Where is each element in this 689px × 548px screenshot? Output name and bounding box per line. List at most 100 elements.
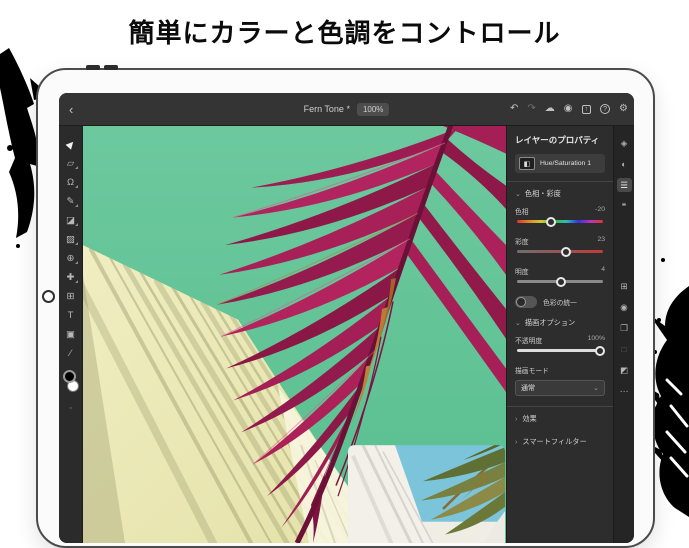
saturation-value: 23: [597, 236, 605, 246]
share-icon[interactable]: ↑: [582, 105, 592, 114]
opacity-value: 100%: [588, 335, 605, 345]
crop-tool[interactable]: ⊞: [64, 290, 78, 303]
ipad-device: ‹ Fern Tone * 100% ↶ ↷ ☁ ◉ ↑ ? ⚙ ▶ ▱ Ω ✎: [36, 68, 655, 548]
brush-tool-icon: ✎: [67, 196, 75, 207]
foreground-color-chip[interactable]: [63, 370, 76, 383]
lightness-slider-knob[interactable]: [556, 277, 566, 287]
account-icon[interactable]: ◉: [564, 104, 573, 114]
section-blend-options[interactable]: ⌄ 描画オプション: [515, 318, 605, 328]
lasso-tool-icon: Ω: [67, 177, 74, 188]
page-title: 簡単にカラーと色調をコントロール: [0, 13, 689, 50]
fill-icon[interactable]: ◩: [617, 363, 632, 377]
healing-brush-tool-icon: ✚: [67, 272, 75, 283]
brush-tool[interactable]: ✎: [64, 195, 78, 208]
hue-slider-knob[interactable]: [546, 217, 556, 227]
eyedropper-tool[interactable]: ∕: [64, 347, 78, 360]
document-title: Fern Tone *: [304, 104, 350, 114]
transform-tool-icon: ▱: [67, 158, 74, 169]
hue-slider[interactable]: [517, 220, 603, 223]
saturation-slider[interactable]: [517, 250, 603, 253]
add-layer-icon[interactable]: ⊞: [617, 279, 632, 293]
original-photo-inset: [348, 443, 505, 543]
layers-icon[interactable]: ◈: [617, 136, 632, 150]
cloud-sync-icon[interactable]: ☁: [545, 104, 555, 114]
opacity-slider[interactable]: [517, 349, 603, 352]
help-icon[interactable]: ?: [600, 104, 610, 114]
blend-mode-value: 通常: [521, 383, 535, 393]
tool-bar: ▶ ▱ Ω ✎ ◪ ▨ ⊕ ✚ ⊞ T ▣ ∕ ▫: [59, 126, 83, 543]
divider: [507, 406, 613, 407]
place-photo-tool[interactable]: ▣: [64, 328, 78, 341]
panel-title: レイヤーのプロパティ: [515, 134, 605, 146]
eyedropper-tool-icon: ∕: [70, 348, 72, 359]
move-tool-icon: ▶: [64, 138, 77, 151]
chevron-down-icon: ⌄: [593, 384, 599, 392]
document-title-group[interactable]: Fern Tone * 100%: [304, 103, 390, 116]
lock-icon[interactable]: □: [617, 342, 632, 356]
eraser-tool[interactable]: ◪: [64, 214, 78, 227]
chevron-right-icon: ›: [515, 439, 517, 446]
lightness-value: 4: [601, 266, 605, 276]
app-top-bar: ‹ Fern Tone * 100% ↶ ↷ ☁ ◉ ↑ ? ⚙: [59, 93, 634, 126]
blend-mode-label: 描画モード: [515, 365, 549, 375]
duplicate-icon[interactable]: ❐: [617, 321, 632, 335]
section-hue-saturation[interactable]: ⌄ 色相・彩度: [515, 189, 605, 199]
saturation-label: 彩度: [515, 236, 529, 246]
comments-icon[interactable]: ❝: [617, 199, 632, 213]
redo-icon[interactable]: ↷: [527, 104, 535, 114]
volume-button: [86, 65, 100, 70]
blend-mode-dropdown[interactable]: 通常 ⌄: [515, 380, 605, 396]
section-label: 描画オプション: [525, 318, 575, 328]
type-tool-icon: T: [68, 310, 74, 321]
section-effects[interactable]: › 効果: [515, 414, 605, 424]
colorize-toggle[interactable]: [515, 296, 537, 308]
crop-tool-icon: ⊞: [67, 291, 75, 302]
chevron-down-icon: ⌄: [515, 190, 521, 198]
lightness-slider[interactable]: [517, 280, 603, 283]
gradient-tool[interactable]: ▨: [64, 233, 78, 246]
move-tool[interactable]: ▶: [64, 138, 78, 151]
healing-brush-tool[interactable]: ✚: [64, 271, 78, 284]
zoom-level-badge[interactable]: 100%: [357, 103, 389, 116]
back-icon[interactable]: ‹: [69, 102, 73, 117]
visibility-icon[interactable]: ◉: [617, 300, 632, 314]
adjustments-icon[interactable]: ◐: [617, 157, 632, 171]
colorize-label: 色彩の統一: [543, 297, 577, 307]
chevron-down-icon: ⌄: [515, 319, 521, 327]
section-label: 効果: [522, 414, 536, 424]
opacity-label: 不透明度: [515, 335, 542, 345]
photoshop-app: ‹ Fern Tone * 100% ↶ ↷ ☁ ◉ ↑ ? ⚙ ▶ ▱ Ω ✎: [59, 93, 634, 543]
hue-label: 色相: [515, 206, 529, 216]
more-icon[interactable]: ⋯: [617, 384, 632, 398]
chevron-right-icon: ›: [515, 416, 517, 423]
settings-gear-icon[interactable]: ⚙: [619, 104, 628, 114]
volume-button: [104, 65, 118, 70]
saturation-slider-knob[interactable]: [561, 247, 571, 257]
section-label: 色相・彩度: [525, 189, 561, 199]
layer-row[interactable]: ◧ Hue/Saturation 1: [515, 154, 605, 173]
gradient-tool-icon: ▨: [66, 234, 75, 245]
opacity-slider-knob[interactable]: [595, 346, 605, 356]
clone-stamp-tool[interactable]: ⊕: [64, 252, 78, 265]
layer-thumbnail: ◧: [519, 157, 535, 170]
canvas-artwork: [83, 126, 506, 543]
divider: [507, 181, 613, 182]
properties-icon[interactable]: ☰: [617, 178, 632, 192]
front-camera: [42, 290, 55, 303]
hue-value: -20: [595, 206, 605, 216]
section-label: スマートフィルター: [522, 437, 586, 447]
clone-stamp-tool-icon: ⊕: [67, 253, 75, 264]
panel-task-bar: ◈ ◐ ☰ ❝ ⊞ ◉ ❐ □ ◩ ⋯: [613, 126, 634, 543]
place-photo-tool-icon: ▣: [66, 329, 75, 340]
canvas[interactable]: [83, 126, 506, 543]
color-chips[interactable]: [61, 370, 81, 394]
layer-properties-panel: レイヤーのプロパティ ◧ Hue/Saturation 1 ⌄ 色相・彩度 色相…: [506, 126, 613, 543]
layer-name: Hue/Saturation 1: [540, 160, 591, 167]
transform-tool[interactable]: ▱: [64, 157, 78, 170]
undo-icon[interactable]: ↶: [510, 104, 518, 114]
toolbar-more-icon[interactable]: ▫: [69, 405, 71, 412]
eraser-tool-icon: ◪: [66, 215, 75, 226]
lasso-tool[interactable]: Ω: [64, 176, 78, 189]
type-tool[interactable]: T: [64, 309, 78, 322]
section-smart-filters[interactable]: › スマートフィルター: [515, 437, 605, 447]
